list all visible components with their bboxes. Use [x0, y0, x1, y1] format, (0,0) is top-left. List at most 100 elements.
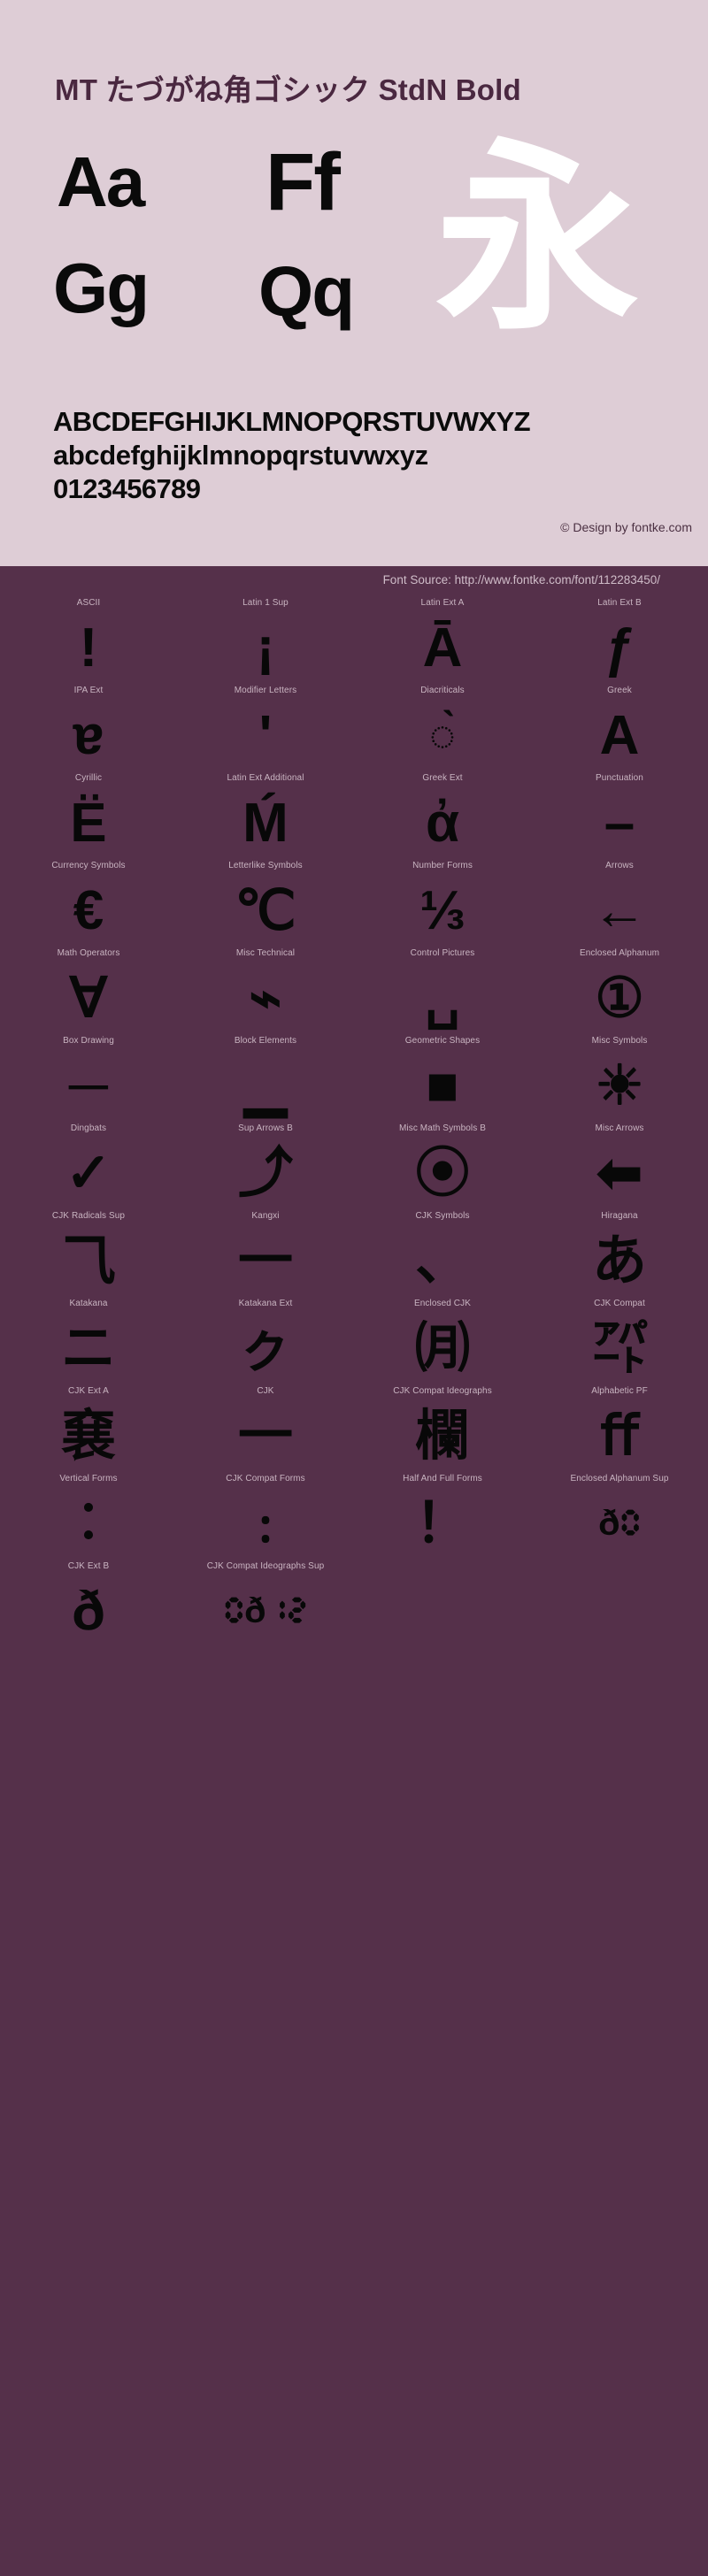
unicode-block-label: Alphabetic PF	[591, 1386, 648, 1396]
unicode-block-glyph: ∀	[69, 968, 108, 1029]
unicode-block-cell[interactable]: Misc Math Symbols B ⦿	[354, 1123, 531, 1211]
unicode-block-glyph: Ё	[70, 793, 107, 854]
unicode-block-label: Currency Symbols	[51, 861, 126, 870]
unicode-block-cell[interactable]: Enclosed CJK ㈪	[354, 1299, 531, 1386]
block-grid-row: Vertical Forms ︰ CJK Compat Forms ﹕ Half And…	[0, 1474, 708, 1561]
unicode-block-glyph: ㌀	[591, 1318, 647, 1379]
unicode-block-glyph: ✓	[65, 1143, 112, 1204]
unicode-block-cell[interactable]: CJK Compat Ideographs 欄	[354, 1386, 531, 1474]
unicode-block-label: Kangxi	[251, 1211, 280, 1221]
unicode-block-cell[interactable]: CJK Ext B ð	[0, 1561, 177, 1649]
unicode-block-cell[interactable]: Alphabetic PF ﬀ	[531, 1386, 708, 1474]
unicode-block-cell[interactable]: Currency Symbols €	[0, 861, 177, 948]
unicode-block-cell[interactable]: Control Pictures ␣	[354, 948, 531, 1036]
unicode-block-label: Math Operators	[57, 948, 120, 958]
unicode-block-cell[interactable]: Cyrillic Ё	[0, 773, 177, 861]
unicode-block-label: Enclosed CJK	[413, 1299, 471, 1308]
unicode-block-cell[interactable]: ASCII!	[0, 598, 177, 686]
unicode-block-label: CJK Compat	[594, 1299, 645, 1308]
unicode-block-label: Control Pictures	[410, 948, 475, 958]
unicode-block-cell[interactable]: Misc Arrows ⬅	[531, 1123, 708, 1211]
alphabet-specimen: ABCDEFGHIJKLMNOPQRSTUVWXYZ abcdefghijklm…	[53, 405, 531, 505]
unicode-block-glyph: Ḿ	[242, 793, 289, 854]
unicode-block-cell[interactable]: Box Drawing ─	[0, 1036, 177, 1123]
unicode-block-cell[interactable]: CJK Symbols 、	[354, 1211, 531, 1299]
unicode-block-cell[interactable]: CJK Compat ㌀	[531, 1299, 708, 1386]
unicode-block-cell[interactable]: Katakana Ext ㇰ	[177, 1299, 354, 1386]
unicode-block-glyph: ⺄	[60, 1230, 116, 1292]
unicode-block-label: Enclosed Alphanum	[579, 948, 660, 958]
unicode-block-cell[interactable]: Vertical Forms ︰	[0, 1474, 177, 1561]
unicode-block-glyph: ℃	[235, 880, 296, 941]
unicode-block-glyph: ①	[595, 968, 644, 1029]
unicode-block-cell[interactable]: Enclosed Alphanum Sup ð🯰	[531, 1474, 708, 1561]
sample-glyph-aa: Aa	[57, 142, 145, 221]
unicode-block-cell[interactable]: Hiragana あ	[531, 1211, 708, 1299]
block-grid-row: Dingbats ✓ Sup Arrows B ⤴ Misc Math Symbols …	[0, 1123, 708, 1211]
unicode-block-glyph: ð🯰	[598, 1504, 641, 1543]
block-grid-row: Cyrillic Ё Latin Ext Additional Ḿ Greek Ext ἀ…	[0, 773, 708, 861]
unicode-block-label: IPA Ext	[73, 686, 104, 695]
unicode-block-cell[interactable]: Latin Ext A Ā	[354, 598, 531, 686]
block-grid-row: Katakana ニ Katakana Ext ㇰ Enclosed CJK ㈪ CJK C…	[0, 1299, 708, 1386]
unicode-block-cell[interactable]: Letterlike Symbols ℃	[177, 861, 354, 948]
unicode-block-glyph	[354, 1574, 531, 1649]
unicode-block-cell[interactable]: Greek Α	[531, 686, 708, 773]
unicode-block-label: Sup Arrows B	[238, 1123, 293, 1133]
unicode-block-label: Arrows	[605, 861, 634, 870]
unicode-block-cell[interactable]: Dingbats ✓	[0, 1123, 177, 1211]
unicode-block-cell[interactable]: Math Operators ∀	[0, 948, 177, 1036]
unicode-block-cell[interactable]: Diacriticals ◌̀	[354, 686, 531, 773]
unicode-block-glyph: ◌̀	[429, 710, 456, 760]
unicode-block-cell[interactable]: Enclosed Alphanum ①	[531, 948, 708, 1036]
unicode-block-cell[interactable]: CJK Compat Ideographs Sup 🯰ð🯱🯲	[177, 1561, 354, 1649]
unicode-block-glyph: ！	[414, 1493, 470, 1554]
font-source-link[interactable]: Font Source: http://www.fontke.com/font/…	[383, 573, 660, 586]
unicode-block-cell[interactable]: Punctuation –	[531, 773, 708, 861]
sample-glyph-qq: Qq	[258, 252, 355, 331]
unicode-block-cell[interactable]: Kangxi ⼀	[177, 1211, 354, 1299]
unicode-block-cell[interactable]: Modifier Letters ʹ	[177, 686, 354, 773]
unicode-block-cell[interactable]: Arrows ←	[531, 861, 708, 948]
unicode-block-cell[interactable]: Latin Ext B ƒ	[531, 598, 708, 686]
unicode-block-label: CJK Symbols	[415, 1211, 470, 1221]
unicode-block-label: Vertical Forms	[59, 1474, 118, 1484]
unicode-block-cell[interactable]: Katakana ニ	[0, 1299, 177, 1386]
unicode-block-cell[interactable]: Greek Ext ἀ	[354, 773, 531, 861]
unicode-block-label: Greek	[607, 686, 632, 695]
unicode-block-cell[interactable]: Geometric Shapes ■	[354, 1036, 531, 1123]
unicode-block-glyph: €	[73, 880, 104, 941]
unicode-block-cell[interactable]: IPA Ext ɐ	[0, 686, 177, 773]
unicode-block-cell[interactable]: CJK Radicals Sup ⺄	[0, 1211, 177, 1299]
unicode-block-cell[interactable]: CJK Compat Forms ﹕	[177, 1474, 354, 1561]
unicode-block-glyph: ð	[72, 1581, 105, 1642]
unicode-block-cell[interactable]: Block Elements ▁	[177, 1036, 354, 1123]
unicode-block-cell[interactable]: CJK Ext A 㐮	[0, 1386, 177, 1474]
font-source-bar: Font Source: http://www.fontke.com/font/…	[0, 566, 708, 598]
unicode-block-label: Latin Ext B	[597, 598, 642, 608]
unicode-block-glyph: ㇰ	[237, 1318, 293, 1379]
unicode-block-cell[interactable]: Latin 1 Sup ¡	[177, 598, 354, 686]
unicode-block-cell[interactable]: Misc Technical ⌁	[177, 948, 354, 1036]
unicode-block-cell[interactable]: Misc Symbols ☀	[531, 1036, 708, 1123]
unicode-block-glyph: 🯰ð🯱🯲	[223, 1591, 308, 1630]
unicode-block-glyph: ¡	[256, 617, 275, 678]
unicode-block-cell[interactable]	[531, 1561, 708, 1649]
unicode-block-cell[interactable]: Sup Arrows B ⤴	[177, 1123, 354, 1211]
unicode-block-glyph: ︰	[60, 1493, 116, 1554]
unicode-block-label: Latin Ext Additional	[227, 773, 304, 783]
unicode-block-label: Geometric Shapes	[404, 1036, 481, 1046]
unicode-block-label: CJK Compat Ideographs Sup	[206, 1561, 325, 1571]
sample-glyph-gg: Gg	[53, 249, 150, 327]
unicode-block-cell[interactable]: Half And Full Forms ！	[354, 1474, 531, 1561]
unicode-block-label: Box Drawing	[63, 1036, 114, 1046]
unicode-block-cell[interactable]	[354, 1561, 531, 1649]
unicode-block-cell[interactable]: CJK 一	[177, 1386, 354, 1474]
unicode-block-label: Dingbats	[70, 1123, 107, 1133]
unicode-block-label: Misc Symbols	[591, 1036, 648, 1046]
unicode-block-cell[interactable]: Number Forms ⅓	[354, 861, 531, 948]
unicode-block-glyph: Ā	[422, 617, 463, 678]
unicode-block-cell[interactable]: Latin Ext Additional Ḿ	[177, 773, 354, 861]
unicode-block-label: Katakana	[69, 1299, 108, 1308]
unicode-block-label: Punctuation	[596, 773, 643, 783]
